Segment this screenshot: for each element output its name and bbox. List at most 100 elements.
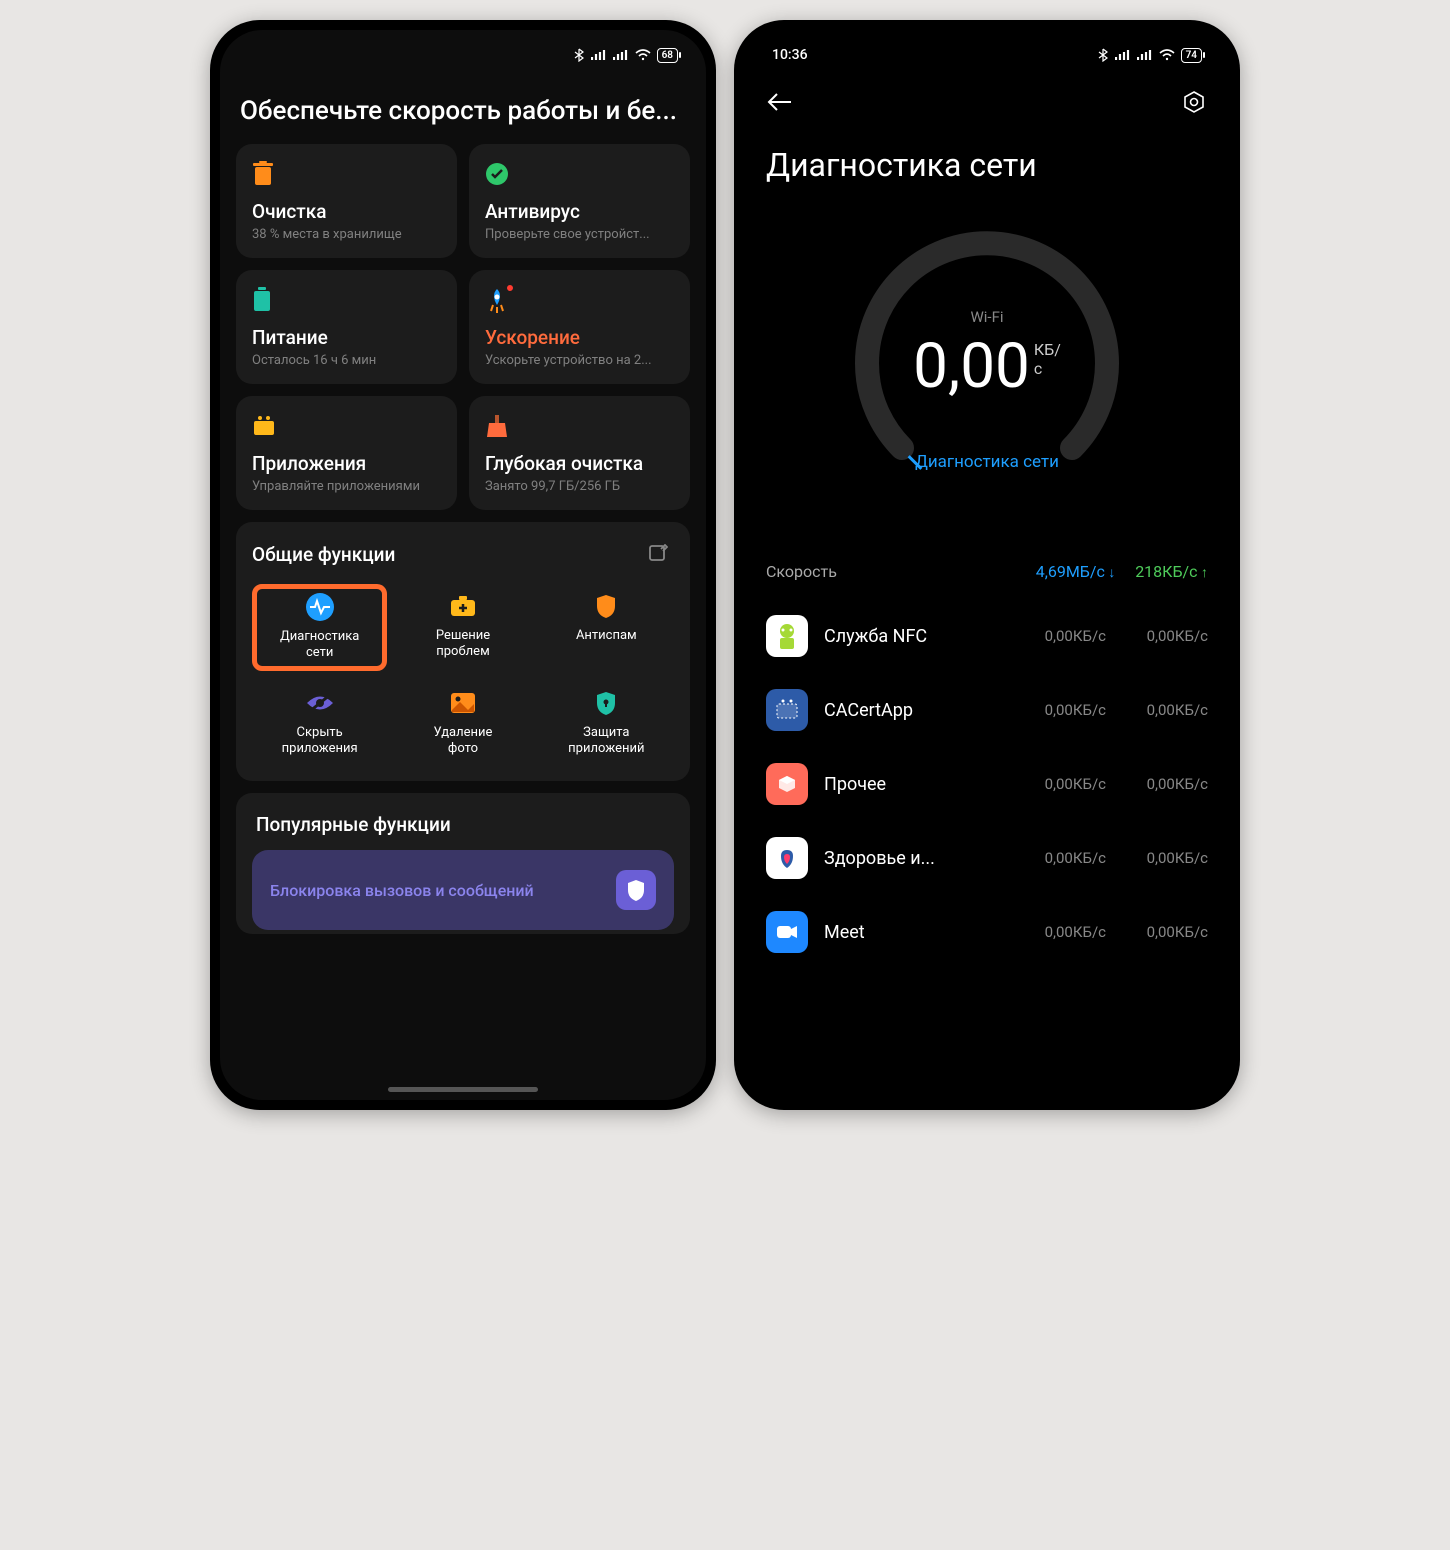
app-down: 0,00КБ/с xyxy=(1020,849,1106,867)
app-down: 0,00КБ/с xyxy=(1020,627,1106,645)
card-cleanup[interactable]: Очистка 38 % места в хранилище xyxy=(236,144,457,258)
wifi-icon xyxy=(1159,49,1175,61)
app-icon xyxy=(766,911,808,953)
section-title: Популярные функции xyxy=(252,809,674,850)
app-name: Здоровье и... xyxy=(824,848,1004,869)
func-label: Диагностика сети xyxy=(280,629,359,662)
app-icon xyxy=(766,615,808,657)
app-row[interactable]: Служба NFC 0,00КБ/с 0,00КБ/с xyxy=(766,599,1208,673)
status-time: 10:36 xyxy=(772,47,808,63)
card-title: Глубокая очистка xyxy=(485,452,674,475)
apps-icon xyxy=(252,415,276,437)
shield-icon xyxy=(616,870,656,910)
bluetooth-icon xyxy=(1097,48,1109,62)
app-row[interactable]: Здоровье и... 0,00КБ/с 0,00КБ/с xyxy=(766,821,1208,895)
card-subtitle: Управляйте приложениями xyxy=(252,479,441,494)
signal-icon xyxy=(1115,49,1131,61)
speed-label: Скорость xyxy=(766,562,837,581)
app-name: Meet xyxy=(824,922,1004,943)
card-title: Антивирус xyxy=(485,200,674,223)
speed-download: 4,69МБ/с ↓ xyxy=(1036,562,1116,581)
card-antivirus[interactable]: Антивирус Проверьте свое устройст... xyxy=(469,144,690,258)
battery-indicator: 68 xyxy=(657,48,678,63)
card-boost[interactable]: Ускорение Ускорьте устройство на 2... xyxy=(469,270,690,384)
app-down: 0,00КБ/с xyxy=(1020,923,1106,941)
settings-icon[interactable] xyxy=(1178,86,1210,118)
app-up: 0,00КБ/с xyxy=(1122,627,1208,645)
trash-icon xyxy=(252,161,274,187)
func-troubleshoot[interactable]: Решение проблем xyxy=(395,584,530,671)
check-circle-icon xyxy=(485,162,509,186)
app-row[interactable]: Meet 0,00КБ/с 0,00КБ/с xyxy=(766,895,1208,969)
card-title: Ускорение xyxy=(485,326,674,349)
app-name: Прочее xyxy=(824,774,1004,795)
func-label: Удаление фото xyxy=(434,725,493,758)
medkit-icon xyxy=(449,594,477,618)
back-button[interactable] xyxy=(764,86,796,118)
func-delete-photos[interactable]: Удаление фото xyxy=(395,681,530,766)
func-hide-apps[interactable]: Скрыть приложения xyxy=(252,681,387,766)
broom-icon xyxy=(485,413,509,439)
app-up: 0,00КБ/с xyxy=(1122,923,1208,941)
card-subtitle: Осталось 16 ч 6 мин xyxy=(252,353,441,368)
app-name: Служба NFC xyxy=(824,626,1004,647)
app-icon xyxy=(766,763,808,805)
gauge-network-type: Wi-Fi xyxy=(970,308,1003,326)
gauge-value: 0,00 xyxy=(913,330,1030,403)
gauge-unit: КБ/с xyxy=(1034,340,1061,378)
app-up: 0,00КБ/с xyxy=(1122,701,1208,719)
card-deep-clean[interactable]: Глубокая очистка Занято 99,7 ГБ/256 ГБ xyxy=(469,396,690,510)
card-apps[interactable]: Приложения Управляйте приложениями xyxy=(236,396,457,510)
app-up: 0,00КБ/с xyxy=(1122,775,1208,793)
battery-indicator: 74 xyxy=(1181,48,1202,63)
battery-icon xyxy=(252,287,272,313)
app-up: 0,00КБ/с xyxy=(1122,849,1208,867)
app-row[interactable]: CACertApp 0,00КБ/с 0,00КБ/с xyxy=(766,673,1208,747)
card-title: Приложения xyxy=(252,452,441,475)
pulse-icon xyxy=(305,592,335,622)
card-subtitle: Проверьте свое устройст... xyxy=(485,227,674,242)
card-subtitle: 38 % места в хранилище xyxy=(252,227,441,242)
app-icon xyxy=(766,837,808,879)
func-label: Антиспам xyxy=(576,628,637,644)
status-bar: 68 xyxy=(220,36,706,74)
func-network-diag[interactable]: Диагностика сети xyxy=(252,584,387,671)
bluetooth-icon xyxy=(573,48,585,62)
func-label: Решение проблем xyxy=(436,628,490,661)
image-icon xyxy=(450,692,476,714)
app-down: 0,00КБ/с xyxy=(1020,775,1106,793)
eye-off-icon xyxy=(305,692,335,714)
shield-lock-icon xyxy=(595,690,617,716)
func-app-protect[interactable]: Защита приложений xyxy=(539,681,674,766)
home-indicator[interactable] xyxy=(388,1087,538,1092)
rocket-icon xyxy=(485,287,509,313)
popular-label: Блокировка вызовов и сообщений xyxy=(270,881,534,900)
func-antispam[interactable]: Антиспам xyxy=(539,584,674,671)
signal-icon xyxy=(613,49,629,61)
app-down: 0,00КБ/с xyxy=(1020,701,1106,719)
func-label: Скрыть приложения xyxy=(282,725,358,758)
app-icon xyxy=(766,689,808,731)
app-name: CACertApp xyxy=(824,700,1004,721)
card-subtitle: Ускорьте устройство на 2... xyxy=(485,353,674,368)
card-title: Очистка xyxy=(252,200,441,223)
gauge-diag-link[interactable]: Диагностика сети xyxy=(915,452,1059,472)
common-functions-section: Общие функции Диагностика сети xyxy=(236,522,690,781)
speed-summary: Скорость 4,69МБ/с ↓ 218КБ/с ↑ xyxy=(744,538,1230,599)
page-title: Диагностика сети xyxy=(744,118,1230,194)
card-title: Питание xyxy=(252,326,441,349)
speed-gauge: Wi-Fi 0,00 КБ/с Диагностика сети xyxy=(744,194,1230,538)
signal-icon xyxy=(591,49,607,61)
app-row[interactable]: Прочее 0,00КБ/с 0,00КБ/с xyxy=(766,747,1208,821)
speed-upload: 218КБ/с ↑ xyxy=(1135,562,1208,581)
shield-icon xyxy=(595,593,617,619)
edit-icon[interactable] xyxy=(642,538,674,570)
popular-functions-section: Популярные функции Блокировка вызовов и … xyxy=(236,793,690,934)
page-title: Обеспечьте скорость работы и бе... xyxy=(236,74,690,144)
signal-icon xyxy=(1137,49,1153,61)
func-label: Защита приложений xyxy=(568,725,644,758)
popular-call-block[interactable]: Блокировка вызовов и сообщений xyxy=(252,850,674,930)
section-title: Общие функции xyxy=(252,543,395,566)
card-power[interactable]: Питание Осталось 16 ч 6 мин xyxy=(236,270,457,384)
status-bar: 10:36 74 xyxy=(744,36,1230,74)
